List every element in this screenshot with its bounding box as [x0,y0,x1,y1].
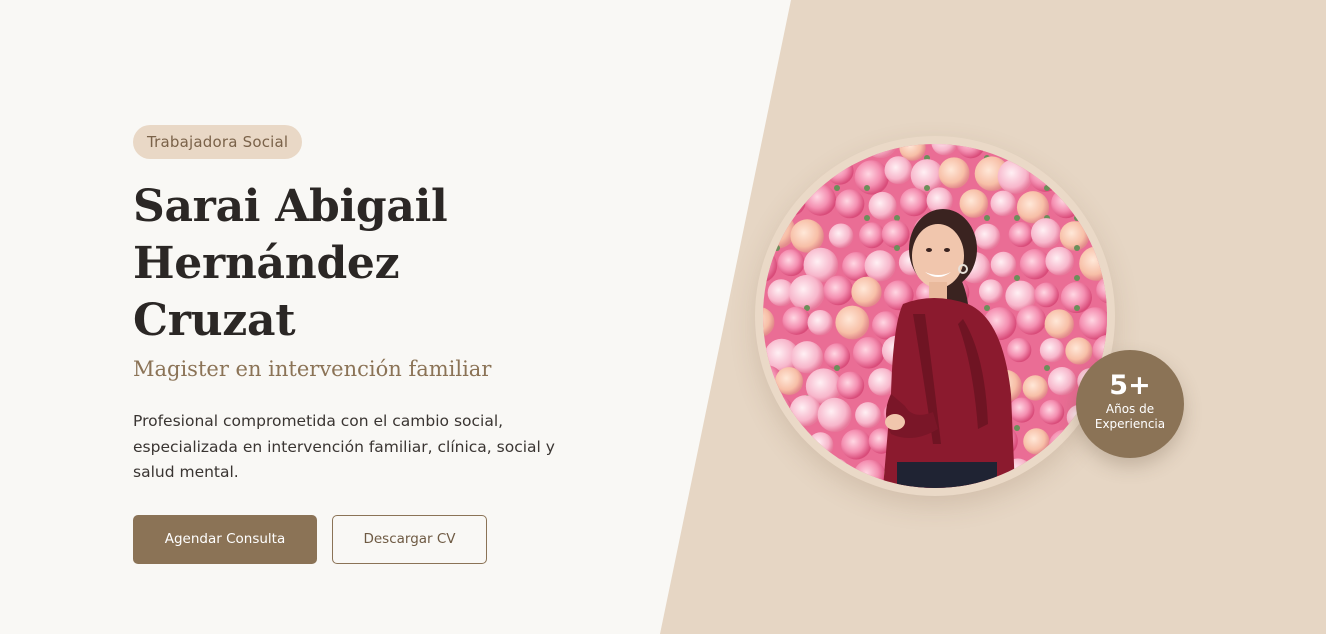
experience-number: 5+ [1109,370,1151,401]
profile-photo-frame [755,136,1115,496]
experience-badge: 5+ Años de Experiencia [1076,350,1184,458]
profile-photo [763,144,1107,488]
experience-label-line2: Experiencia [1094,417,1166,431]
download-cv-button[interactable]: Descargar CV [332,514,487,564]
portrait-illustration [763,144,1107,488]
description-line2: especializada en intervención familiar, … [133,437,555,456]
profile-subtitle: Magister en intervención familiar [133,357,492,381]
profile-name-line2: Cruzat [133,295,296,346]
hero-section: Trabajadora Social Sarai Abigail Hernánd… [0,0,1326,634]
description-line1: Profesional comprometida con el cambio s… [133,412,504,430]
schedule-consultation-button[interactable]: Agendar Consulta [133,514,317,564]
hero-text-column: Trabajadora Social Sarai Abigail Hernánd… [133,125,673,564]
profile-name-line1: Sarai Abigail Hernández [133,181,448,289]
description-line3: salud mental. [133,463,239,481]
hero-actions: Agendar Consulta Descargar CV [133,514,673,564]
profile-description: Profesional comprometida con el cambio s… [133,409,583,486]
profile-name: Sarai Abigail Hernández Cruzat [133,178,673,349]
profession-badge: Trabajadora Social [133,125,303,159]
experience-label-line1: Años de [1105,402,1155,416]
